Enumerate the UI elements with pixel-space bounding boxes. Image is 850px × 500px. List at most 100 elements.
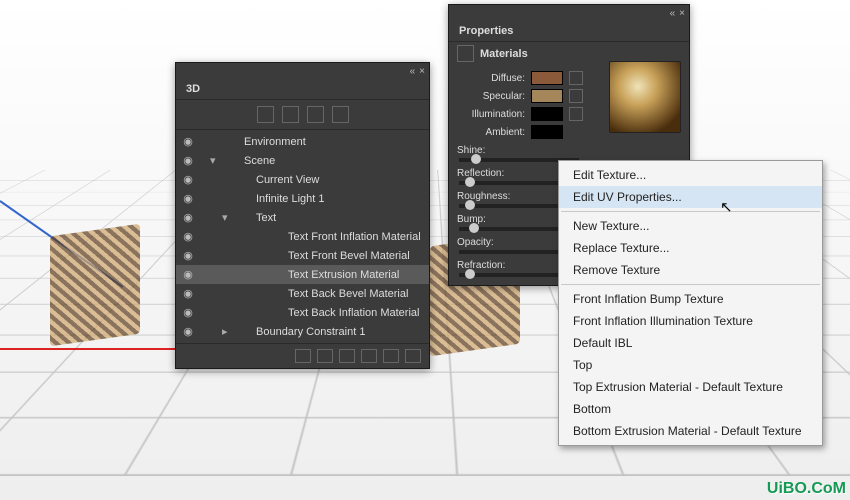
new-light-btn[interactable] [317,349,333,363]
filter-material-icon[interactable] [307,106,324,123]
tree-label: Infinite Light 1 [256,193,325,205]
caret-icon[interactable]: ▸ [222,325,232,338]
menu-separator [561,211,820,212]
panel-props-bar: « × [449,5,689,21]
illumination-texture-btn[interactable] [569,107,583,121]
tree-label: Environment [244,136,306,148]
menu-item-edit-uv-properties[interactable]: Edit UV Properties... [559,186,822,208]
menu-item-top-extrusion-material-default-texture[interactable]: Top Extrusion Material - Default Texture [559,376,822,398]
panel-3d-footer [176,343,429,368]
visibility-eye-icon[interactable]: ◉ [182,173,194,186]
tree-label: Text Back Bevel Material [288,288,408,300]
tree-row-boundary-constraint-1[interactable]: ◉ ▸ Boundary Constraint 1 [176,322,429,341]
ground-plane-btn[interactable] [295,349,311,363]
mat-icon [269,250,283,262]
menu-item-default-ibl[interactable]: Default IBL [559,332,822,354]
specular-texture-btn[interactable] [569,89,583,103]
menu-item-remove-texture[interactable]: Remove Texture [559,259,822,281]
filter-scene-icon[interactable] [257,106,274,123]
light-icon [237,193,251,205]
texture-context-menu: Edit Texture...Edit UV Properties... New … [558,160,823,446]
tree-label: Text Front Bevel Material [288,250,410,262]
menu-item-replace-texture[interactable]: Replace Texture... [559,237,822,259]
ambient-label: Ambient: [457,127,525,138]
menu-item-bottom-extrusion-material-default-texture[interactable]: Bottom Extrusion Material - Default Text… [559,420,822,442]
scene-icon [225,155,239,167]
visibility-eye-icon[interactable]: ◉ [182,154,194,167]
filter-mesh-icon[interactable] [282,106,299,123]
tree-label: Boundary Constraint 1 [256,326,365,338]
tree-row-current-view[interactable]: ◉ Current View [176,170,429,189]
tree-row-text[interactable]: ◉ ▾ Text [176,208,429,227]
tree-label: Scene [244,155,275,167]
camera-icon [237,174,251,186]
tree-row-text-back-inflation-material[interactable]: ◉ Text Back Inflation Material [176,303,429,322]
ambient-swatch[interactable] [531,125,563,139]
close-icon[interactable]: × [679,8,685,19]
text-object-left[interactable] [50,224,140,347]
filter-toolbar [176,100,429,130]
diffuse-label: Diffuse: [457,73,525,84]
filter-light-icon[interactable] [332,106,349,123]
constraint-icon [237,326,251,338]
menu-separator [561,284,820,285]
visibility-eye-icon[interactable]: ◉ [182,135,194,148]
illumination-swatch[interactable] [531,107,563,121]
caret-icon[interactable]: ▾ [222,211,232,224]
materials-icon [457,45,474,62]
close-icon[interactable]: × [419,66,425,77]
collapse-icon[interactable]: « [670,8,676,19]
caret-icon[interactable]: ▾ [210,154,220,167]
mat-icon [269,307,283,319]
mat-icon [269,269,283,281]
menu-item-bottom[interactable]: Bottom [559,398,822,420]
mat-icon [269,231,283,243]
shine-label: Shine: [457,145,681,156]
mesh-icon [237,212,251,224]
tree-row-scene[interactable]: ◉ ▾ Scene [176,151,429,170]
panel-3d-bar: « × [176,63,429,79]
tree-row-environment[interactable]: ◉ Environment [176,132,429,151]
visibility-eye-icon[interactable]: ◉ [182,306,194,319]
env-icon [225,136,239,148]
illumination-label: Illumination: [457,109,525,120]
visibility-eye-icon[interactable]: ◉ [182,192,194,205]
tree-row-text-front-bevel-material[interactable]: ◉ Text Front Bevel Material [176,246,429,265]
panel-3d-title: 3D [176,79,429,100]
tree-label: Text Back Inflation Material [288,307,419,319]
tree-row-infinite-light-1[interactable]: ◉ Infinite Light 1 [176,189,429,208]
specular-label: Specular: [457,91,525,102]
menu-item-edit-texture[interactable]: Edit Texture... [559,164,822,186]
menu-item-new-texture[interactable]: New Texture... [559,215,822,237]
tree-row-text-front-inflation-material[interactable]: ◉Text Front Inflation Material [176,227,429,246]
mat-icon [269,288,283,300]
diffuse-swatch[interactable] [531,71,563,85]
visibility-eye-icon[interactable]: ◉ [182,211,194,224]
menu-item-front-inflation-illumination-texture[interactable]: Front Inflation Illumination Texture [559,310,822,332]
tree-label: Text Extrusion Material [288,269,399,281]
visibility-eye-icon[interactable]: ◉ [182,230,194,243]
watermark: UiBO.CoM [767,480,846,498]
new-camera-btn[interactable] [339,349,355,363]
menu-item-front-inflation-bump-texture[interactable]: Front Inflation Bump Texture [559,288,822,310]
panel-props-title: Properties [449,21,689,42]
visibility-eye-icon[interactable]: ◉ [182,249,194,262]
tree-label: Text [256,212,276,224]
menu-item-top[interactable]: Top [559,354,822,376]
visibility-eye-icon[interactable]: ◉ [182,287,194,300]
scene-tree: ◉ Environment ◉ ▾ Scene ◉ Current View ◉ Infinit… [176,130,429,343]
collapse-icon[interactable]: « [410,66,416,77]
material-preview[interactable] [609,61,681,133]
visibility-eye-icon[interactable]: ◉ [182,268,194,281]
props-subtitle: Materials [480,48,528,60]
tree-row-text-back-bevel-material[interactable]: ◉ Text Back Bevel Material [176,284,429,303]
specular-swatch[interactable] [531,89,563,103]
new-layer-btn[interactable] [383,349,399,363]
visibility-eye-icon[interactable]: ◉ [182,325,194,338]
tree-row-text-extrusion-material[interactable]: ◉ Text Extrusion Material [176,265,429,284]
axis-x [0,348,180,350]
delete-btn[interactable] [405,349,421,363]
tree-label: Current View [256,174,319,186]
render-btn[interactable] [361,349,377,363]
diffuse-texture-btn[interactable] [569,71,583,85]
